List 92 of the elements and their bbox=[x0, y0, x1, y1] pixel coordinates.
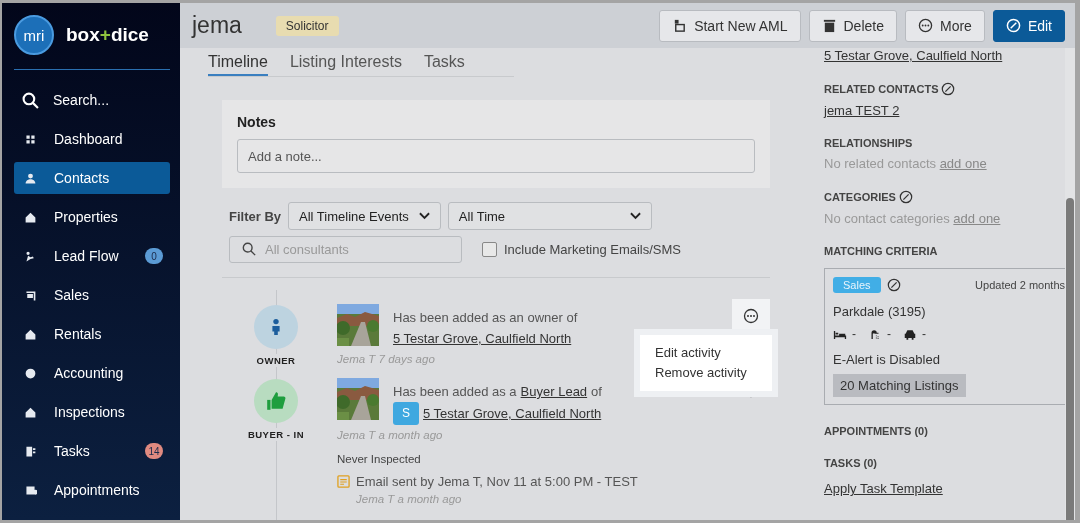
inspection-note: Never Inspected bbox=[337, 453, 422, 465]
search-link[interactable]: Search... bbox=[14, 84, 170, 116]
event-meta: Jema T a month ago bbox=[337, 429, 443, 441]
header-button[interactable]: Delete bbox=[808, 9, 897, 42]
nav-item[interactable]: Sales bbox=[14, 279, 170, 311]
empty-text: No contact categories bbox=[824, 211, 950, 226]
nav-icon bbox=[24, 171, 37, 185]
section-title: RELATIONSHIPS bbox=[824, 137, 913, 149]
status-tag: S bbox=[393, 402, 419, 425]
role-tag: Solicitor bbox=[275, 15, 339, 36]
button-icon bbox=[821, 18, 837, 33]
sales-tag: Sales bbox=[833, 277, 881, 293]
more-icon bbox=[743, 308, 759, 324]
nav-item[interactable]: Lead Flow 0 bbox=[14, 240, 170, 272]
updated-text: Updated 2 months bbox=[975, 279, 1065, 291]
filter-select[interactable]: All Time bbox=[447, 202, 652, 230]
section-title: TASKS (0) bbox=[824, 457, 877, 469]
nav-icon bbox=[24, 405, 37, 419]
nav-item[interactable]: Appointments bbox=[14, 474, 170, 506]
edit-icon[interactable] bbox=[898, 190, 913, 204]
nav-icon bbox=[24, 366, 37, 380]
section-title: MATCHING CRITERIA bbox=[824, 245, 938, 257]
section-title: CATEGORIES bbox=[824, 191, 896, 203]
menu-item[interactable]: Remove activity bbox=[640, 363, 772, 383]
checkbox[interactable] bbox=[482, 242, 497, 257]
nav-icon bbox=[24, 132, 37, 146]
property-link[interactable]: 5 Testar Grove, Caulfield North bbox=[423, 403, 602, 424]
nav-icon bbox=[24, 288, 37, 302]
header-button[interactable]: Edit bbox=[992, 9, 1065, 42]
note-field[interactable]: Add a note... bbox=[237, 139, 755, 173]
document-icon bbox=[337, 475, 350, 488]
contact-name: jema bbox=[192, 12, 242, 39]
chevron-icon bbox=[418, 212, 430, 220]
email-text: Email sent by Jema T, Nov 11 at 5:00 PM - TEST bbox=[356, 474, 638, 489]
logo-icon: mri bbox=[14, 15, 54, 55]
tab[interactable]: Tasks bbox=[423, 52, 465, 76]
scrollbar[interactable] bbox=[1065, 48, 1075, 520]
edit-icon[interactable] bbox=[941, 82, 956, 96]
header-button[interactable]: Start New AML bbox=[659, 9, 801, 42]
event-meta: Jema T 7 days ago bbox=[337, 353, 435, 365]
filter-select[interactable]: All Timeline Events bbox=[288, 202, 441, 230]
header-button[interactable]: More bbox=[904, 9, 985, 42]
nav-item[interactable]: Accounting bbox=[14, 357, 170, 389]
event-type-label: OWNER bbox=[256, 354, 296, 367]
checkbox-label: Include Marketing Emails/SMS bbox=[504, 242, 681, 257]
event-meta: Jema T a month ago bbox=[356, 493, 462, 505]
nav-item[interactable]: Rentals bbox=[14, 318, 170, 350]
button-icon bbox=[917, 18, 933, 33]
template-link[interactable]: Apply Task Template bbox=[824, 481, 943, 496]
nav-item[interactable]: Dashboard bbox=[14, 123, 170, 155]
nav-item[interactable]: Properties bbox=[14, 201, 170, 233]
notes-title: Notes bbox=[237, 114, 277, 130]
section-title: APPOINTMENTS (0) bbox=[824, 425, 928, 437]
nav-item[interactable]: Inspections bbox=[14, 396, 170, 428]
nav-item[interactable]: Contacts bbox=[14, 162, 170, 194]
event-type-icon bbox=[254, 305, 298, 349]
event-type-icon bbox=[254, 379, 298, 423]
brand-name: box+dice bbox=[66, 24, 149, 46]
filter-label: Filter By bbox=[229, 208, 281, 224]
feature-value: - bbox=[852, 327, 856, 341]
nav-icon bbox=[24, 483, 37, 497]
bed-icon bbox=[833, 328, 847, 340]
menu-item[interactable]: Edit activity bbox=[640, 343, 772, 363]
nav-icon bbox=[24, 210, 37, 224]
empty-text: No related contacts bbox=[824, 156, 936, 171]
section-title: RELATED CONTACTS bbox=[824, 83, 939, 95]
search-icon bbox=[22, 91, 39, 109]
nav-icon bbox=[24, 444, 37, 458]
button-icon bbox=[1005, 18, 1021, 33]
alert-status: E-Alert is Disabled bbox=[833, 352, 941, 367]
chevron-icon bbox=[629, 212, 641, 220]
consultant-search-field[interactable]: All consultants bbox=[229, 236, 462, 263]
nav-item[interactable]: Tasks 14 bbox=[14, 435, 170, 467]
feature-value: - bbox=[922, 327, 926, 341]
matching-listings-button[interactable]: 20 Matching Listings bbox=[833, 374, 966, 397]
contact-link[interactable]: jema TEST 2 bbox=[824, 103, 900, 118]
nav-icon bbox=[24, 327, 37, 341]
location-text: Parkdale (3195) bbox=[833, 304, 927, 319]
count-badge: 14 bbox=[145, 443, 163, 459]
button-icon bbox=[672, 18, 688, 33]
tab[interactable]: Listing Interests bbox=[289, 52, 402, 76]
buyer-lead-link[interactable]: Buyer Lead bbox=[520, 381, 588, 402]
edit-icon[interactable] bbox=[886, 278, 901, 292]
car-icon bbox=[903, 328, 917, 340]
tab[interactable]: Timeline bbox=[208, 52, 268, 76]
property-link[interactable]: 5 Testar Grove, Caulfield North bbox=[393, 328, 572, 349]
property-link[interactable]: 5 Testar Grove, Caulfield North bbox=[824, 48, 1003, 63]
search-icon bbox=[242, 242, 256, 256]
count-badge: 0 bbox=[145, 248, 163, 264]
event-text: Has been added as an owner of bbox=[393, 309, 579, 327]
feature-value: - bbox=[887, 327, 891, 341]
event-type-label: BUYER - IN bbox=[247, 428, 305, 441]
